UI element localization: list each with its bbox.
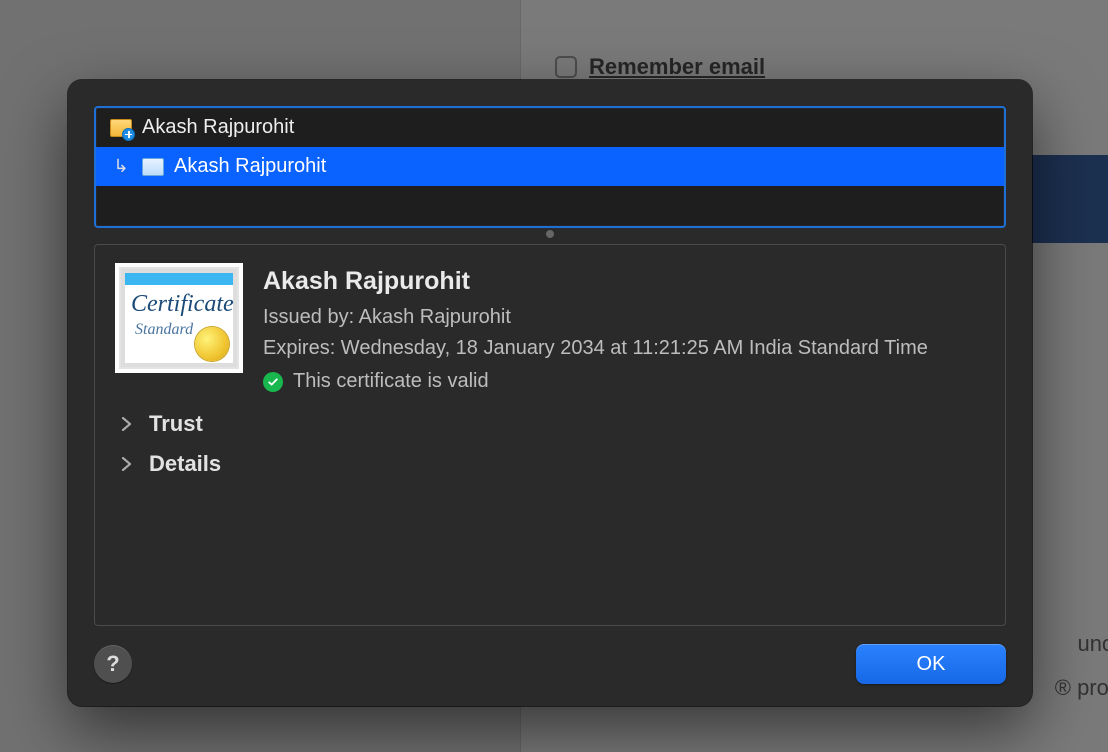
cert-chain-child-label: Akash Rajpurohit (174, 155, 326, 178)
certificate-dialog: Akash Rajpurohit ↳ Akash Rajpurohit Cert… (68, 80, 1032, 706)
cert-chain-child-row[interactable]: ↳ Akash Rajpurohit (96, 147, 1004, 186)
certificate-badge-title: Certificate (131, 291, 234, 318)
certificate-chain-list[interactable]: Akash Rajpurohit ↳ Akash Rajpurohit (94, 106, 1006, 228)
cert-chain-root-label: Akash Rajpurohit (142, 116, 294, 139)
ok-button[interactable]: OK (856, 644, 1006, 684)
certificate-detail-panel: Certificate Standard Akash Rajpurohit Is… (94, 244, 1006, 626)
chevron-right-icon (119, 417, 133, 431)
certificate-expires: Expires: Wednesday, 18 January 2034 at 1… (263, 333, 928, 364)
certificate-issued-by: Issued by: Akash Rajpurohit (263, 302, 928, 333)
cert-chain-root-row[interactable]: Akash Rajpurohit (96, 108, 1004, 147)
help-button[interactable]: ? (94, 645, 132, 683)
certificate-badge-subtitle: Standard (135, 321, 193, 339)
certificate-valid-row: This certificate is valid (263, 370, 928, 393)
leaf-certificate-icon (142, 158, 164, 176)
certificate-name: Akash Rajpurohit (263, 267, 928, 296)
root-certificate-icon (110, 119, 132, 137)
certificate-badge-icon: Certificate Standard (119, 267, 239, 369)
child-indent-icon: ↳ (110, 156, 132, 177)
trust-label: Trust (149, 411, 203, 437)
details-label: Details (149, 451, 221, 477)
chevron-right-icon (119, 457, 133, 471)
trust-disclosure[interactable]: Trust (119, 411, 981, 437)
resize-grip[interactable] (94, 228, 1006, 244)
certificate-valid-text: This certificate is valid (293, 370, 489, 393)
checkmark-icon (263, 372, 283, 392)
details-disclosure[interactable]: Details (119, 451, 981, 477)
certificate-seal-icon (195, 327, 229, 361)
